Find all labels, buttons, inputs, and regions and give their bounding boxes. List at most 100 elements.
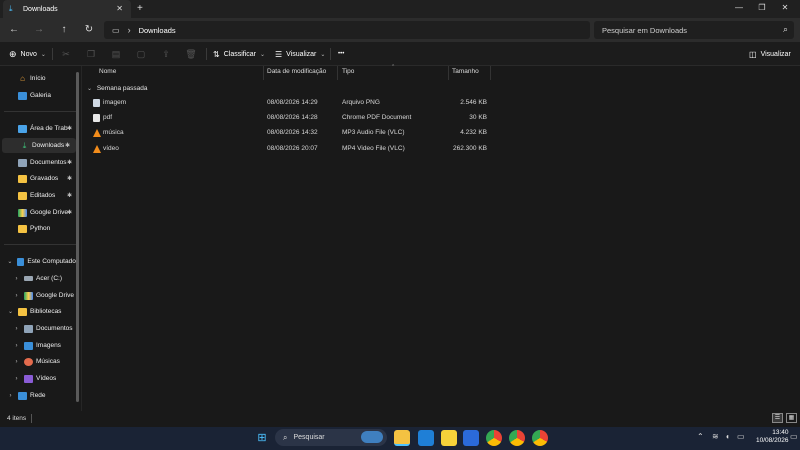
sidebar-item-label: Google Drive (: [36, 292, 78, 299]
chevron-down-icon[interactable]: ⌄: [6, 308, 15, 315]
file-row[interactable]: música 08/08/2026 14:32 MP3 Audio File (…: [84, 126, 494, 141]
back-button[interactable]: ←: [6, 22, 22, 38]
chevron-right-icon[interactable]: ›: [12, 343, 21, 349]
start-button[interactable]: ⊞: [254, 430, 270, 446]
view-button[interactable]: ☰ Visualizar ⌄: [275, 47, 325, 61]
chevron-right-icon[interactable]: ›: [12, 276, 21, 282]
group-label: Semana passada: [96, 85, 148, 92]
tab-close-icon[interactable]: ✕: [116, 4, 123, 13]
sidebar-item-google-drive-tree[interactable]: › Google Drive (: [0, 288, 78, 303]
sidebar-item-imagens[interactable]: › Imagens: [0, 338, 78, 353]
preview-pane-button[interactable]: ◫ Visualizar: [749, 47, 791, 61]
chevron-right-icon[interactable]: ›: [6, 393, 15, 399]
column-header-size[interactable]: Tamanho: [452, 68, 479, 75]
chrome-taskbar-icon[interactable]: [532, 430, 548, 446]
column-divider[interactable]: [448, 66, 449, 80]
word-taskbar-icon[interactable]: [463, 430, 479, 446]
sidebar-item-google-drive[interactable]: Google Drive ✱: [0, 205, 78, 220]
file-type: MP4 Video File (VLC): [342, 145, 405, 152]
file-row[interactable]: pdf 08/08/2026 14:28 Chrome PDF Document…: [84, 111, 494, 126]
sort-up-icon: ⌃: [391, 64, 396, 70]
music-icon: [24, 357, 33, 366]
more-options-button[interactable]: •••: [338, 47, 344, 61]
sidebar-item-este-computador[interactable]: ⌄ Este Computador: [0, 254, 78, 269]
cut-icon[interactable]: ✂: [59, 47, 73, 61]
sidebar-item-musicas[interactable]: › Músicas: [0, 354, 78, 369]
chevron-right-icon[interactable]: ›: [12, 326, 21, 332]
column-divider[interactable]: [490, 66, 491, 80]
close-button[interactable]: ✕: [779, 3, 791, 12]
delete-icon[interactable]: 🗑: [184, 47, 198, 61]
sidebar-item-inicio[interactable]: ⌂ Início: [0, 71, 78, 86]
tiles-view-button[interactable]: ▦: [786, 413, 797, 423]
copy-icon[interactable]: ❐: [84, 47, 98, 61]
volume-icon[interactable]: ◖: [725, 432, 730, 441]
minimize-button[interactable]: —: [733, 3, 745, 12]
battery-icon[interactable]: ▭: [737, 432, 745, 441]
file-explorer-taskbar-icon[interactable]: [394, 430, 410, 446]
forward-button[interactable]: →: [31, 22, 47, 38]
column-divider[interactable]: [263, 66, 264, 80]
sidebar-item-gravados[interactable]: Gravados ✱: [0, 171, 78, 186]
refresh-button[interactable]: ↻: [81, 22, 97, 38]
column-header-modified[interactable]: Data de modificação: [267, 68, 326, 75]
share-icon[interactable]: ⇪: [159, 47, 173, 61]
sticky-notes-taskbar-icon[interactable]: [441, 430, 457, 446]
clock-time: 13:40: [772, 429, 789, 436]
sidebar-item-downloads[interactable]: ⤓ Downloads ✱: [2, 138, 76, 153]
chevron-right-icon[interactable]: ›: [12, 293, 21, 299]
sidebar-scrollbar[interactable]: [76, 72, 79, 402]
sidebar-item-desktop[interactable]: Área de Trab ✱: [0, 121, 78, 136]
paste-icon[interactable]: ▤: [109, 47, 123, 61]
sidebar-item-acer[interactable]: › Acer (C:): [0, 271, 78, 286]
sidebar-item-documentos[interactable]: Documentos ✱: [0, 155, 78, 170]
app-taskbar-icon[interactable]: [418, 430, 434, 446]
chevron-right-icon[interactable]: ›: [12, 376, 21, 382]
chrome-taskbar-icon[interactable]: [509, 430, 525, 446]
search-highlight-icon: [361, 431, 383, 443]
column-divider[interactable]: [337, 66, 338, 80]
sidebar-item-rede[interactable]: › Rede: [0, 388, 78, 403]
search-input[interactable]: Pesquisar em Downloads ⌕: [594, 21, 794, 39]
notification-icon[interactable]: ▭: [790, 432, 798, 441]
divider: [330, 48, 331, 60]
rename-icon[interactable]: ▢: [134, 47, 148, 61]
chevron-right-icon[interactable]: ›: [12, 359, 21, 365]
wifi-icon[interactable]: ≋: [712, 432, 719, 441]
maximize-button[interactable]: ❐: [756, 3, 768, 12]
sidebar-item-bibliotecas[interactable]: ⌄ Bibliotecas: [0, 304, 78, 319]
group-header[interactable]: ⌄ Semana passada: [87, 85, 147, 92]
tab-downloads[interactable]: ⤓ Downloads ✕: [3, 0, 131, 18]
sidebar-item-label: Google Drive: [30, 209, 68, 216]
sidebar-item-python[interactable]: Python: [0, 221, 78, 236]
chrome-taskbar-icon[interactable]: [486, 430, 502, 446]
breadcrumb-downloads[interactable]: Downloads: [139, 26, 176, 35]
new-button[interactable]: ⊕ Novo ⌄: [9, 47, 46, 61]
details-view-button[interactable]: ☰: [772, 413, 783, 423]
more-icon: •••: [338, 51, 345, 57]
chevron-up-icon[interactable]: ⌃: [697, 432, 704, 441]
taskbar-clock[interactable]: 13:40 10/08/2026: [756, 429, 789, 445]
file-name: vídeo: [103, 145, 119, 152]
search-placeholder: Pesquisar em Downloads: [602, 25, 688, 35]
sidebar-item-label: Documentos: [30, 159, 67, 166]
sidebar-item-editados[interactable]: Editados ✱: [0, 188, 78, 203]
column-header-type[interactable]: Tipo: [342, 68, 354, 75]
up-button[interactable]: ↑: [56, 22, 72, 38]
sidebar-item-galeria[interactable]: Galeria: [0, 88, 78, 103]
taskbar-search[interactable]: ⌕ Pesquisar: [275, 429, 387, 446]
sidebar-item-label: Vídeos: [36, 375, 57, 382]
column-header-name[interactable]: Nome: [99, 68, 116, 75]
sidebar-item-videos[interactable]: › Vídeos: [0, 371, 78, 386]
sort-button[interactable]: ⇅ Classificar ⌄: [213, 47, 265, 61]
file-name: imagem: [103, 99, 127, 106]
view-label: Visualizar: [286, 50, 317, 58]
address-bar[interactable]: ▭ › Downloads: [104, 21, 590, 39]
file-row[interactable]: imagem 08/08/2026 14:29 Arquivo PNG 2.54…: [84, 96, 494, 111]
chevron-down-icon[interactable]: ⌄: [6, 258, 14, 265]
pdf-file-icon: [93, 114, 100, 122]
chevron-down-icon: ⌄: [320, 51, 326, 58]
new-tab-button[interactable]: +: [137, 3, 143, 14]
file-row[interactable]: vídeo 08/08/2026 20:07 MP4 Video File (V…: [84, 142, 494, 157]
sidebar-item-lib-documentos[interactable]: › Documentos: [0, 321, 78, 336]
